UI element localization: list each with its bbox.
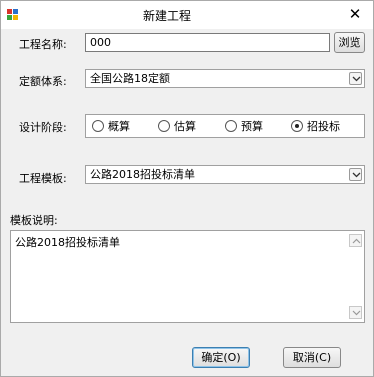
template-value: 公路2018招投标清单: [90, 168, 195, 181]
quota-system-select[interactable]: 全国公路18定额: [85, 69, 365, 88]
quota-system-value: 全国公路18定额: [90, 72, 170, 85]
radio-circle: [158, 120, 170, 132]
project-name-input[interactable]: 000: [85, 33, 330, 52]
template-select[interactable]: 公路2018招投标清单: [85, 165, 365, 184]
browse-button[interactable]: 浏览: [334, 32, 365, 53]
radio-label: 招投标: [307, 120, 340, 133]
chevron-down-icon[interactable]: [349, 168, 362, 181]
radio-circle: [225, 120, 237, 132]
template-desc-label: 模板说明:: [10, 214, 58, 227]
ok-button[interactable]: 确定(O): [192, 347, 250, 368]
title-bar: 新建工程 ✕: [1, 1, 373, 29]
chevron-down-icon[interactable]: [349, 72, 362, 85]
template-label: 工程模板:: [19, 172, 67, 185]
cancel-button[interactable]: 取消(C): [283, 347, 341, 368]
window-title: 新建工程: [142, 9, 191, 23]
design-stage-label: 设计阶段:: [19, 121, 67, 134]
scroll-up-icon[interactable]: [349, 234, 362, 247]
scroll-down-icon[interactable]: [349, 306, 362, 319]
radio-label: 估算: [174, 120, 196, 133]
template-desc-text: 公路2018招投标清单: [15, 236, 120, 249]
template-desc-textarea[interactable]: 公路2018招投标清单: [10, 230, 365, 323]
vertical-scrollbar[interactable]: [348, 232, 363, 321]
radio-circle: [92, 120, 104, 132]
radio-label: 预算: [241, 120, 263, 133]
design-stage-radio-group: 概算 估算 预算 招投标: [85, 114, 365, 138]
radio-label: 概算: [108, 120, 130, 133]
radio-circle-selected: [291, 120, 303, 132]
new-project-dialog: 新建工程 ✕ 工程名称: 000 浏览 定额体系: 全国公路18定额 设计阶段:…: [0, 0, 374, 377]
quota-system-label: 定额体系:: [19, 75, 67, 88]
close-icon[interactable]: ✕: [345, 4, 365, 24]
project-name-label: 工程名称:: [19, 38, 67, 51]
